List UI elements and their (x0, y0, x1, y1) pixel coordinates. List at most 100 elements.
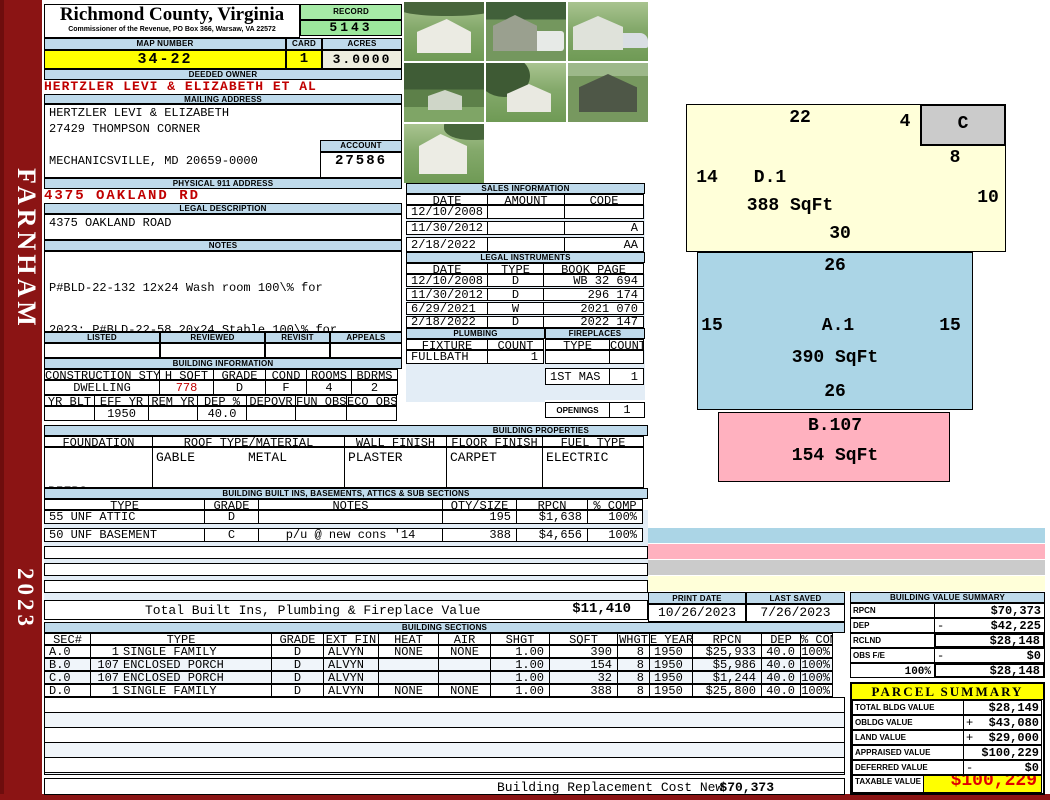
table-row: B.0 107 ENCLOSED PORCH D ALVYN 1.00 154 8… (44, 658, 845, 671)
sketch-section-a-sqft: 390 SqFt (791, 348, 879, 368)
vs-label: OBS F/E (850, 648, 935, 663)
table-row: OBLDG VALUE + $43,080 (852, 715, 1043, 730)
fire-type-header: TYPE (545, 339, 610, 350)
map-number-header: MAP NUMBER (44, 38, 286, 50)
property-photo[interactable] (404, 124, 484, 183)
ps-sign: + (966, 731, 974, 745)
acres-value: 3.0000 (322, 50, 402, 69)
card-header: CARD (286, 38, 322, 50)
sec-extfin: ALVYN (323, 671, 379, 684)
vs-value: $42,225 (990, 619, 1041, 633)
ps-value: $100,229 (981, 746, 1039, 760)
table-row: LCF 100% $28,148 (850, 663, 1045, 678)
funobs-value (295, 406, 347, 421)
sketch-dim: 15 (939, 316, 961, 336)
type-name: ENCLOSED PORCH (123, 671, 224, 684)
sec-sqft: 154 (549, 658, 618, 671)
dep-header: DEP (761, 633, 801, 645)
deppct-value: 40.0 (197, 406, 247, 421)
fixture-header: FIXTURE (406, 339, 488, 350)
bi-notes: p/u @ new cons '14 (258, 528, 443, 542)
ps-sign: + (966, 716, 974, 730)
commissioner-line: Commissioner of the Revenue, PO Box 366,… (68, 26, 276, 33)
grade-header: GRADE (271, 633, 324, 645)
table-row: APPRAISED VALUE $100,229 (852, 745, 1043, 760)
sqft-header: SQFT (549, 633, 618, 645)
sec-comp: 100% (800, 658, 833, 671)
table-row: 50 UNF BASEMENT C p/u @ new cons '14 388… (44, 528, 648, 542)
property-photo[interactable] (486, 63, 566, 122)
property-record-card: FARNHAM 2023 Richmond County, Virginia C… (0, 0, 1050, 800)
parcel-summary-header: PARCEL SUMMARY (852, 684, 1043, 700)
building-value-summary-header: BUILDING VALUE SUMMARY (850, 592, 1045, 603)
reviewed-header: REVIEWED (160, 332, 265, 343)
instr-type: D (487, 274, 544, 287)
plumb-count-header: COUNT (487, 339, 544, 350)
sale-date: 11/30/2012 (406, 221, 488, 235)
sketch-section-c-label: C (957, 114, 969, 134)
property-photo[interactable] (404, 63, 484, 122)
type-name: ENCLOSED PORCH (123, 658, 224, 671)
table-row: 1ST MAS 1 (545, 368, 645, 385)
account-number: 27586 (320, 152, 402, 178)
instr-date: 6/29/2021 (406, 302, 488, 315)
sec-shgt: 1.00 (490, 684, 550, 697)
floor-finish-value: CARPET (446, 447, 543, 488)
building-info-headers-1: CONSTRUCTION STYLE H SQFT GRADE COND ROO… (44, 369, 402, 380)
sec-rpcn: $5,986 (692, 658, 762, 671)
roof-material: METAL (248, 450, 288, 465)
mail-line-1: HERTZLER LEVI & ELIZABETH (49, 106, 230, 120)
sketch-dim: 30 (829, 224, 851, 244)
wall-finish-value: PLASTER (344, 447, 447, 488)
table-row: 12/10/2008 D WB 32 694 (406, 274, 645, 287)
replacement-cost-row: Building Replacement Cost New $70,373 (44, 778, 845, 795)
air-header: AIR (438, 633, 491, 645)
legal-description-header: LEGAL DESCRIPTION (44, 203, 402, 214)
bi-notes (258, 510, 443, 524)
bi-type-header: TYPE (44, 499, 205, 510)
foundation-value: PIERS CINDER BLOCK (44, 447, 153, 488)
fireplaces-header: FIREPLACES (545, 328, 645, 339)
physical-address: 4375 OAKLAND RD (44, 188, 201, 204)
sec-id: B.0 (44, 658, 91, 671)
vs-sign: - (937, 619, 945, 633)
fuel-type-value: ELECTRIC (542, 447, 644, 488)
property-photo[interactable] (568, 2, 648, 61)
plumbing-subheaders: FIXTURE COUNT (406, 339, 545, 350)
ps-value: $28,149 (988, 701, 1039, 715)
sec-id: D.0 (44, 684, 91, 697)
sale-code: A (564, 221, 644, 235)
sec-comp: 100% (800, 671, 833, 684)
sections-empty-rows (44, 697, 845, 775)
plumbing-header: PLUMBING (406, 328, 545, 339)
last-saved-header: LAST SAVED (746, 592, 845, 604)
sketch-section-b-sqft: 154 SqFt (791, 446, 879, 466)
table-row: 12/10/2008 (406, 205, 645, 219)
properties-headers: FOUNDATION ROOF TYPE/MATERIAL WALL FINIS… (44, 436, 648, 447)
deppct-header: DEP % (197, 395, 247, 406)
property-photo[interactable] (486, 2, 566, 61)
sketch-dim: 15 (701, 316, 723, 336)
vs-value-cell: $70,373 (934, 603, 1045, 618)
ecoobs-header: ECO OBS (346, 395, 397, 406)
building-info-headers-2: YR BLT EFF YR REM YR DEP % DEPOVR FUN OB… (44, 395, 402, 406)
sales-information-header: SALES INFORMATION (406, 183, 645, 194)
instr-type: D (487, 316, 544, 328)
ps-value: $29,000 (988, 731, 1039, 745)
vs-label: RCLND (850, 633, 935, 648)
sale-amount (487, 221, 565, 235)
property-photo[interactable] (568, 63, 648, 122)
rpcn-header: RPCN (692, 633, 762, 645)
appeals-value (330, 343, 402, 358)
sale-code (564, 205, 644, 219)
record-number: 5143 (300, 20, 402, 36)
sec-type: 1 SINGLE FAMILY (90, 684, 272, 697)
empty-row (44, 580, 648, 593)
district-name: FARNHAM (12, 168, 41, 330)
vs-value: $28,148 (989, 664, 1040, 678)
bi-grade: D (204, 510, 259, 524)
appeals-header: APPEALS (330, 332, 402, 343)
property-photo[interactable] (404, 2, 484, 61)
sale-date: 12/10/2008 (406, 205, 488, 219)
sec-whgt: 8 (617, 671, 650, 684)
